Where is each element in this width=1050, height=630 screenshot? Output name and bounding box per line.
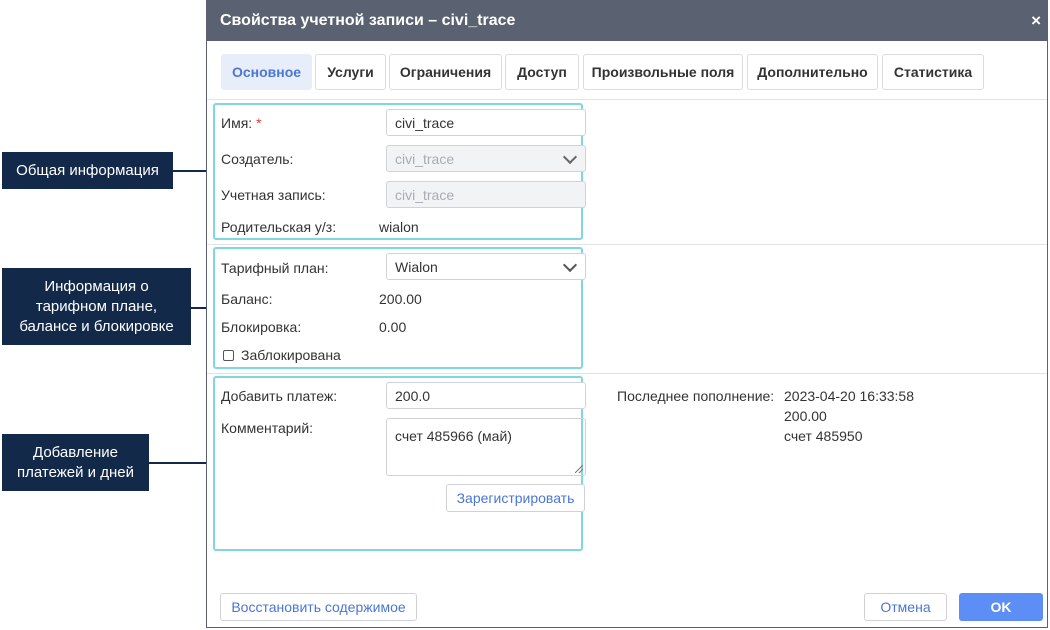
restore-content-label: Восстановить содержимое [231,599,406,615]
payments-section: Добавить платеж: 200.0 Комментарий: счет… [213,376,586,551]
general-info-section: Имя: * civi_trace Создатель: civi_trace … [213,103,586,240]
tab-advanced[interactable]: Дополнительно [747,54,878,90]
creator-select[interactable]: civi_trace [386,145,586,172]
tab-services[interactable]: Услуги [315,54,386,90]
tab-label: Доступ [517,64,567,80]
tabs-divider [207,99,1047,100]
tab-label: Основное [231,64,302,80]
callout-payments-info: Добавление платежей и дней [2,434,149,491]
resize-grip-icon[interactable] [575,465,583,473]
account-field: civi_trace [386,181,586,208]
chevron-down-icon [562,149,578,165]
account-label: Учетная запись: [221,187,326,203]
tab-label: Ограничения [399,64,492,80]
callout-payments-info-text: Добавление платежей и дней [17,443,134,481]
comment-label: Комментарий: [221,420,314,436]
tab-custom-fields[interactable]: Произвольные поля [583,54,743,90]
name-label-text: Имя: [221,115,253,131]
ok-label: OK [990,599,1012,615]
blocked-checkbox[interactable] [223,350,234,361]
tab-general[interactable]: Основное [221,54,312,90]
tariff-plan-select[interactable]: Wialon [386,253,586,280]
account-properties-dialog: Свойства учетной записи – civi_trace × О… [206,0,1048,628]
name-input-value: civi_trace [395,115,455,131]
tab-statistics[interactable]: Статистика [882,54,984,90]
last-topup-label: Последнее пополнение: [617,388,775,404]
section-divider-1 [207,244,1047,245]
tab-label: Дополнительно [757,64,868,80]
name-label: Имя: * [221,115,262,131]
callout-payments-connector [149,462,213,464]
add-payment-value: 200.0 [395,388,431,404]
last-topup-date: 2023-04-20 16:33:58 [784,388,914,404]
tab-restrictions[interactable]: Ограничения [389,54,502,90]
add-payment-label: Добавить платеж: [221,388,338,404]
callout-general-info: Общая информация [2,152,173,189]
parent-account-value: wialon [379,219,419,235]
creator-select-value: civi_trace [395,151,455,167]
callout-tariff-info: Информация о тарифном плане, балансе и б… [2,268,191,345]
tab-label: Услуги [327,64,374,80]
callout-tariff-info-text: Информация о тарифном плане, балансе и б… [19,277,174,335]
tab-label: Статистика [893,64,973,80]
ok-button[interactable]: OK [959,593,1043,621]
cancel-button[interactable]: Отмена [864,593,947,621]
blocking-label: Блокировка: [221,319,302,335]
account-field-value: civi_trace [395,187,455,203]
tariff-plan-value: Wialon [395,259,438,275]
last-topup-amount: 200.00 [784,408,827,424]
tab-label: Произвольные поля [591,64,735,80]
required-mark: * [256,115,262,131]
creator-label: Создатель: [221,151,294,167]
balance-label: Баланс: [221,291,273,307]
name-input[interactable]: civi_trace [386,109,586,136]
last-topup-comment: счет 485950 [784,428,863,444]
comment-textarea-value: счет 485966 (май) [395,428,512,444]
restore-content-button[interactable]: Восстановить содержимое [220,593,417,621]
tariff-plan-label: Тарифный план: [221,260,329,276]
tab-access[interactable]: Доступ [505,54,579,90]
close-icon[interactable]: × [1031,11,1041,31]
blocked-label: Заблокирована [241,347,341,363]
register-payment-label: Зарегистрировать [456,490,575,506]
callout-general-info-text: Общая информация [16,161,159,179]
dialog-title: Свойства учетной записи – civi_trace [220,12,516,29]
tariff-section: Тарифный план: Wialon Баланс: 200.00 Бло… [213,247,586,369]
comment-textarea[interactable]: счет 485966 (май) [386,418,586,476]
blocking-value: 0.00 [379,319,407,335]
dialog-titlebar: Свойства учетной записи – civi_trace × [207,1,1047,41]
add-payment-input[interactable]: 200.0 [386,382,586,409]
parent-account-label: Родительская у/з: [221,219,337,235]
balance-value: 200.00 [379,291,422,307]
cancel-label: Отмена [880,599,931,615]
section-divider-2 [207,373,1047,374]
register-payment-button[interactable]: Зарегистрировать [446,484,585,512]
chevron-down-icon [562,257,578,273]
